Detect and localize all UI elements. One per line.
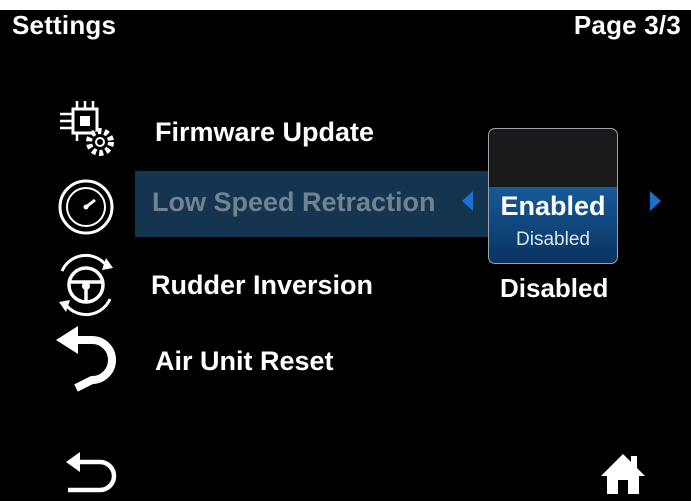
- alternate-option[interactable]: Disabled: [489, 229, 617, 251]
- page-title: Settings: [12, 10, 117, 40]
- option-selector-popup[interactable]: Enabled Disabled: [488, 128, 618, 264]
- firmware-chip-gear-icon: [60, 101, 114, 156]
- menu-item-label: Air Unit Reset: [155, 346, 334, 376]
- home-icon: [601, 454, 645, 494]
- rudder-inversion-value: Disabled: [500, 273, 609, 303]
- selected-option[interactable]: Enabled: [489, 191, 617, 222]
- next-option-arrow-icon[interactable]: [650, 191, 661, 211]
- speedometer-icon: [58, 179, 114, 235]
- home-button[interactable]: [597, 450, 649, 496]
- previous-option-arrow-icon[interactable]: [462, 191, 473, 211]
- menu-item-label: Firmware Update: [155, 117, 375, 147]
- menu-item-label: Rudder Inversion: [151, 270, 374, 300]
- page-indicator: Page 3/3: [573, 10, 681, 40]
- top-strip: [0, 0, 691, 10]
- settings-screen: Settings Page 3/3 Firmware Update Low Sp…: [0, 0, 691, 499]
- steering-wheel-rotate-icon: [59, 253, 113, 317]
- back-button[interactable]: [62, 450, 122, 496]
- back-arrow-icon: [66, 452, 117, 493]
- reset-arrow-icon: [56, 326, 116, 392]
- menu-item-label: Low Speed Retraction: [152, 187, 436, 217]
